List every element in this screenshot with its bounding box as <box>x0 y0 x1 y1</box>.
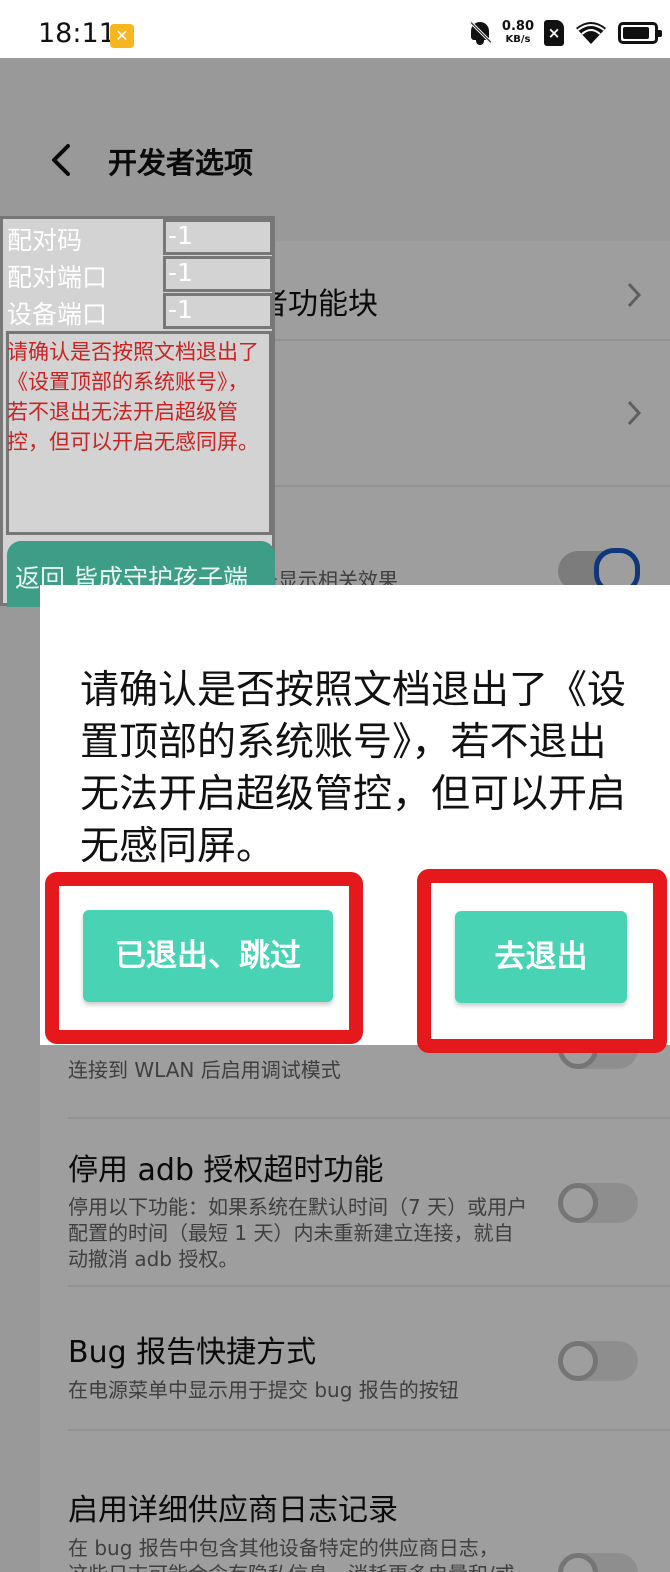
dialog-message: 请确认是否按照文档退出了《设置顶部的系统账号》，若不退出无法开启超级管控，但可以… <box>80 668 627 869</box>
exit-button-highlight: 去退出 <box>417 869 667 1053</box>
sim-none-icon: × <box>544 20 564 46</box>
mute-bell-icon <box>468 20 493 46</box>
battery-icon <box>618 22 662 44</box>
status-bar: 18:11 ✕ 0.80 KB/s × <box>0 0 670 58</box>
device-port-row: 设备端口 -1 <box>3 293 273 331</box>
confirm-dialog: 请确认是否按照文档退出了《设置顶部的系统账号》，若不退出无法开启超级管控，但可以… <box>40 585 670 1053</box>
net-speed: 0.80 KB/s <box>502 20 534 46</box>
wifi-icon <box>576 22 606 44</box>
skip-button-highlight: 已退出、跳过 <box>45 872 363 1044</box>
warning-text: 请确认是否按照文档退出了《设置顶部的系统账号》，若不退出无法开启超级管控，但可以… <box>7 340 259 454</box>
pairing-overlay-panel: 配对码 -1 配对端口 -1 设备端口 -1 请确认是否按照文档退出了《设置顶部… <box>0 216 275 607</box>
device-port-input[interactable]: -1 <box>163 293 273 329</box>
pair-port-input[interactable]: -1 <box>163 256 273 292</box>
skip-button[interactable]: 已退出、跳过 <box>83 910 333 1002</box>
pair-port-label: 配对端口 <box>7 263 108 292</box>
status-time: 18:11 <box>38 18 116 49</box>
net-speed-value: 0.80 <box>501 19 534 34</box>
tools-icon: ✕ <box>110 24 134 48</box>
pair-port-row: 配对端口 -1 <box>3 256 273 294</box>
pair-code-input[interactable]: -1 <box>163 219 273 255</box>
status-icons: 0.80 KB/s × <box>468 18 662 48</box>
net-speed-unit: KB/s <box>505 34 531 45</box>
pair-code-row: 配对码 -1 <box>3 219 273 257</box>
device-port-label: 设备端口 <box>7 300 108 329</box>
pair-code-label: 配对码 <box>7 226 83 255</box>
go-exit-button[interactable]: 去退出 <box>455 911 627 1003</box>
